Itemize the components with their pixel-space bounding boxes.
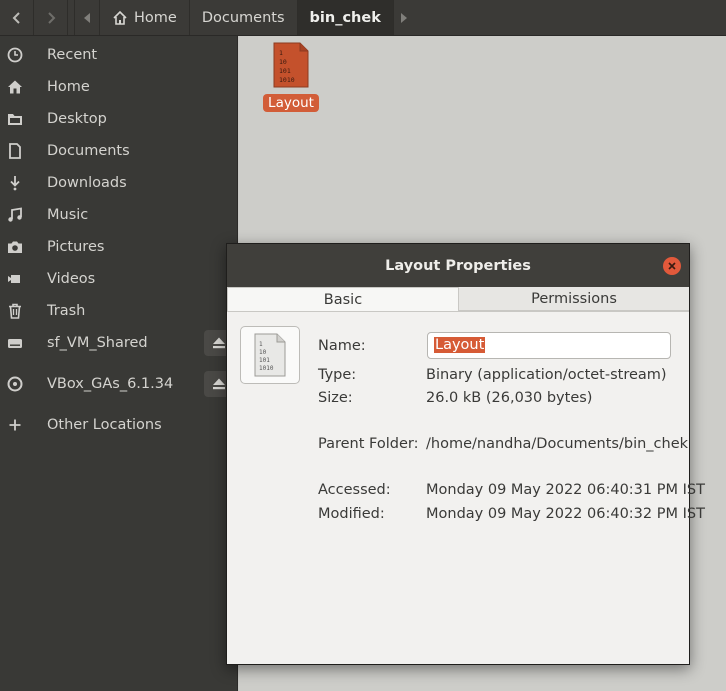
icon-line: 1 [259, 341, 263, 348]
breadcrumb-label: Documents [201, 9, 285, 26]
forward-button[interactable] [34, 0, 68, 35]
properties-dialog: Layout Properties Basic Permissions 1 10… [226, 243, 705, 665]
sidebar-item-label: Documents [47, 143, 130, 159]
sidebar-item-home[interactable]: Home [0, 72, 238, 102]
download-icon [6, 174, 24, 192]
sidebar-item-label: Recent [47, 47, 98, 63]
home-icon [6, 78, 24, 96]
dialog-title: Layout Properties [385, 257, 531, 274]
sidebar-item-label: Trash [47, 303, 86, 319]
sidebar-item-sf-vm-shared[interactable]: sf_VM_Shared [0, 328, 238, 358]
clock-icon [6, 46, 24, 64]
sidebar-item-label: Videos [47, 271, 96, 287]
sidebar-item-pictures[interactable]: Pictures [0, 232, 238, 262]
sidebar-item-label: Desktop [47, 111, 107, 127]
sidebar-item-other-locations[interactable]: Other Locations [0, 410, 238, 440]
eject-icon [213, 337, 225, 349]
icon-line: 10 [259, 349, 267, 356]
file-item-layout[interactable]: 1 10 101 1010 Layout [263, 42, 319, 112]
disc-icon [6, 375, 24, 393]
size-value: 26.0 kB (26,030 bytes) [426, 390, 593, 406]
camera-icon [6, 238, 24, 256]
back-button[interactable] [0, 0, 34, 35]
sidebar-item-label: sf_VM_Shared [47, 335, 148, 351]
file-type-icon[interactable]: 1 10 101 1010 [240, 326, 300, 384]
breadcrumb-label: Home [134, 9, 177, 26]
triangle-right-icon [400, 12, 407, 23]
sidebar-item-vbox-gas[interactable]: VBox_GAs_6.1.34 [0, 369, 238, 399]
music-icon [6, 206, 24, 224]
parent-folder-label: Parent Folder: [318, 436, 419, 452]
type-value: Binary (application/octet-stream) [426, 367, 667, 383]
video-icon [6, 270, 24, 288]
modified-label: Modified: [318, 506, 385, 522]
sidebar-item-documents[interactable]: Documents [0, 136, 238, 166]
size-label: Size: [318, 390, 353, 406]
tab-permissions[interactable]: Permissions [459, 287, 689, 311]
modified-value: Monday 09 May 2022 06:40:32 PM IST [426, 506, 705, 522]
tab-basic[interactable]: Basic [227, 287, 459, 311]
name-field[interactable]: Layout [427, 332, 671, 359]
chevron-right-icon [47, 11, 55, 24]
dialog-titlebar[interactable]: Layout Properties [227, 244, 689, 287]
breadcrumb-label: bin_chek [309, 9, 381, 26]
name-field-value: Layout [434, 337, 486, 353]
parent-folder-value: /home/nandha/Documents/bin_chek [426, 436, 689, 452]
tab-label: Permissions [531, 290, 617, 307]
icon-line: 101 [279, 67, 291, 75]
sidebar-item-label: Downloads [47, 175, 127, 191]
breadcrumb-home[interactable]: Home [100, 0, 190, 35]
eject-icon [213, 378, 225, 390]
sidebar-item-recent[interactable]: Recent [0, 40, 238, 70]
drive-icon [6, 334, 24, 352]
sidebar-item-label: Pictures [47, 239, 105, 255]
breadcrumb-bin-chek[interactable]: bin_chek [297, 0, 394, 35]
tab-label: Basic [323, 291, 363, 308]
binary-file-icon: 1 10 101 1010 [254, 333, 286, 377]
sidebar-item-desktop[interactable]: Desktop [0, 104, 238, 134]
sidebar-item-label: VBox_GAs_6.1.34 [47, 376, 174, 392]
triangle-left-icon [84, 12, 90, 23]
name-label: Name: [318, 338, 366, 354]
close-icon [668, 262, 676, 270]
folder-icon [6, 110, 24, 128]
header-bar: Home Documents bin_chek [0, 0, 726, 36]
icon-line: 1 [279, 49, 283, 57]
sidebar-item-label: Home [47, 79, 90, 95]
sidebar: Recent Home Desktop Documents Downloads … [0, 36, 238, 691]
chevron-left-icon [12, 11, 20, 24]
breadcrumb-scroll-right-button[interactable] [394, 0, 414, 35]
icon-line: 1010 [259, 365, 274, 372]
binary-file-icon: 1 10 101 1010 [273, 42, 309, 88]
sidebar-item-music[interactable]: Music [0, 200, 238, 230]
plus-icon [6, 416, 24, 434]
sidebar-item-videos[interactable]: Videos [0, 264, 238, 294]
type-label: Type: [318, 367, 357, 383]
icon-line: 1010 [279, 76, 295, 84]
accessed-label: Accessed: [318, 482, 391, 498]
sidebar-item-label: Music [47, 207, 89, 223]
sidebar-item-label: Other Locations [47, 417, 162, 433]
sidebar-item-trash[interactable]: Trash [0, 296, 238, 326]
breadcrumb-scroll-left-button[interactable] [74, 0, 100, 35]
icon-line: 101 [259, 357, 270, 364]
dialog-tabs: Basic Permissions [227, 287, 689, 312]
home-icon [113, 10, 127, 25]
breadcrumb-documents[interactable]: Documents [190, 0, 298, 35]
document-icon [6, 142, 24, 160]
file-name-label: Layout [263, 94, 319, 112]
icon-line: 10 [279, 58, 287, 66]
trash-icon [6, 302, 24, 320]
accessed-value: Monday 09 May 2022 06:40:31 PM IST [426, 482, 705, 498]
sidebar-item-downloads[interactable]: Downloads [0, 168, 238, 198]
close-button[interactable] [663, 257, 681, 275]
